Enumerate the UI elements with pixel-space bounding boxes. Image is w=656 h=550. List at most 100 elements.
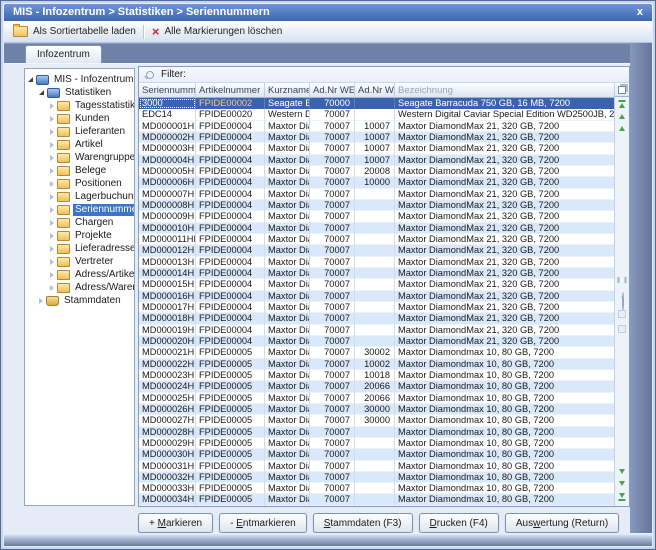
cell-seriennummer[interactable]: MD000013HD (139, 257, 196, 268)
table-row[interactable]: MD000016HDFPIDE00004Maxtor Dia70007Maxto… (139, 291, 614, 302)
table-row[interactable]: MD000020HDFPIDE00004Maxtor Dia70007Maxto… (139, 336, 614, 347)
table-row[interactable]: MD000002HDFPIDE00004Maxtor Dia7000710007… (139, 132, 614, 143)
row-down-icon[interactable] (619, 469, 625, 474)
cell-bezeichnung[interactable]: Maxtor Diamondmax 10, 80 GB, 7200 (395, 449, 614, 460)
cell-kurzname[interactable]: Maxtor Dia (265, 449, 310, 460)
page-down-icon[interactable] (619, 481, 625, 486)
cell-adnr-wa[interactable]: 20066 (355, 381, 395, 392)
tree-item-warengruppen[interactable]: Warengruppen (25, 151, 134, 164)
row-up-icon[interactable] (619, 126, 625, 131)
cell-bezeichnung[interactable]: Maxtor Diamondmax 10, 80 GB, 7200 (395, 461, 614, 472)
table-row[interactable]: MD000001HDFPIDE00004Maxtor Dia7000710007… (139, 121, 614, 132)
cell-kurzname[interactable]: Seagate Ba (265, 98, 310, 109)
tree-item-stammdaten[interactable]: Stammdaten (25, 294, 134, 307)
tree-item-chargen[interactable]: Chargen (25, 216, 134, 229)
cell-adnr-we[interactable]: 70007 (310, 291, 355, 302)
cell-adnr-wa[interactable]: 10007 (355, 121, 395, 132)
tree-item-lagerbuchungen[interactable]: Lagerbuchungen (25, 190, 134, 203)
cell-kurzname[interactable]: Maxtor Dia (265, 313, 310, 324)
column-header-ad-nr-wa[interactable]: Ad.Nr WA (355, 83, 395, 98)
tree-item-adress-artikel[interactable]: Adress/Artikel (25, 268, 134, 281)
collapse-arrow-icon[interactable] (39, 90, 44, 95)
cell-artikelnummer[interactable]: FPIDE00004 (196, 189, 265, 200)
cell-adnr-wa[interactable] (355, 257, 395, 268)
cell-adnr-wa[interactable] (355, 98, 395, 109)
cell-bezeichnung[interactable]: Maxtor Diamondmax 10, 80 GB, 7200 (395, 483, 614, 494)
go-last-row-arrow-icon[interactable] (619, 493, 625, 498)
cell-seriennummer[interactable]: MD000009HD (139, 211, 196, 222)
cell-kurzname[interactable]: Maxtor Dia (265, 472, 310, 483)
table-row[interactable]: MD000008HDFPIDE00004Maxtor Dia70007Maxto… (139, 200, 614, 211)
cell-kurzname[interactable]: Maxtor Dia (265, 336, 310, 347)
pause-icon[interactable] (618, 277, 627, 283)
cell-seriennummer[interactable]: MD000005HD (139, 166, 196, 177)
go-first-row-arrow-icon[interactable] (619, 103, 625, 108)
cell-artikelnummer[interactable]: FPIDE00004 (196, 336, 265, 347)
cell-bezeichnung[interactable]: Western Digital Caviar Special Edition W… (395, 109, 614, 120)
cell-adnr-wa[interactable] (355, 245, 395, 256)
cell-seriennummer[interactable]: MD000019HD (139, 325, 196, 336)
cell-artikelnummer[interactable]: FPIDE00004 (196, 211, 265, 222)
cell-artikelnummer[interactable]: FPIDE00004 (196, 257, 265, 268)
cell-seriennummer[interactable]: MD000010HD (139, 223, 196, 234)
tree-item-positionen[interactable]: Positionen (25, 177, 134, 190)
cell-adnr-we[interactable]: 70007 (310, 279, 355, 290)
collapse-arrow-icon[interactable] (28, 77, 33, 82)
page-up-icon[interactable] (619, 114, 625, 119)
cell-adnr-wa[interactable] (355, 461, 395, 472)
table-row[interactable]: MD000013HDFPIDE00004Maxtor Dia70007Maxto… (139, 257, 614, 268)
cell-kurzname[interactable]: Maxtor Dia (265, 302, 310, 313)
cell-seriennummer[interactable]: EDC14 (139, 109, 196, 120)
cell-kurzname[interactable]: Maxtor Dia (265, 461, 310, 472)
cell-kurzname[interactable]: Western Di (265, 109, 310, 120)
cell-adnr-we[interactable]: 70007 (310, 245, 355, 256)
cell-adnr-we[interactable]: 70007 (310, 155, 355, 166)
cell-seriennummer[interactable]: MD000022HD (139, 359, 196, 370)
cell-adnr-wa[interactable] (355, 336, 395, 347)
cell-adnr-we[interactable]: 70007 (310, 336, 355, 347)
cell-bezeichnung[interactable]: Maxtor DiamondMax 21, 320 GB, 7200 (395, 132, 614, 143)
cell-bezeichnung[interactable]: Maxtor DiamondMax 21, 320 GB, 7200 (395, 268, 614, 279)
cell-adnr-we[interactable]: 70007 (310, 143, 355, 154)
cell-seriennummer[interactable]: MD000028HD (139, 427, 196, 438)
cell-kurzname[interactable]: Maxtor Dia (265, 381, 310, 392)
cell-adnr-wa[interactable]: 30000 (355, 415, 395, 426)
table-row[interactable]: MD000028HDFPIDE00005Maxtor Dia70007Maxto… (139, 427, 614, 438)
expand-arrow-icon[interactable] (50, 194, 54, 200)
cell-bezeichnung[interactable]: Maxtor DiamondMax 21, 320 GB, 7200 (395, 234, 614, 245)
tree-item-seriennummern[interactable]: Seriennummern (25, 203, 134, 216)
cell-adnr-we[interactable]: 70007 (310, 461, 355, 472)
grid-corner[interactable] (614, 83, 629, 97)
cell-kurzname[interactable]: Maxtor Dia (265, 347, 310, 358)
cell-bezeichnung[interactable]: Maxtor DiamondMax 21, 320 GB, 7200 (395, 279, 614, 290)
cell-adnr-wa[interactable] (355, 211, 395, 222)
search-rows-icon[interactable] (622, 292, 624, 311)
table-row[interactable]: MD000027HDFPIDE00005Maxtor Dia7000730000… (139, 415, 614, 426)
cell-artikelnummer[interactable]: FPIDE00004 (196, 291, 265, 302)
tree-item-belege[interactable]: Belege (25, 164, 134, 177)
table-row[interactable]: MD000007HDFPIDE00004Maxtor Dia70007Maxto… (139, 189, 614, 200)
cell-adnr-wa[interactable] (355, 313, 395, 324)
cell-adnr-we[interactable]: 70007 (310, 381, 355, 392)
cell-adnr-we[interactable]: 70007 (310, 177, 355, 188)
cell-adnr-wa[interactable] (355, 109, 395, 120)
tree-item-statistiken[interactable]: Statistiken (25, 86, 134, 99)
cell-seriennummer[interactable]: MD000012HD (139, 245, 196, 256)
column-header-ad-nr-we[interactable]: Ad.Nr WE (310, 83, 355, 98)
cell-adnr-wa[interactable]: 10007 (355, 155, 395, 166)
expand-arrow-icon[interactable] (50, 103, 54, 109)
cell-adnr-wa[interactable] (355, 279, 395, 290)
cell-adnr-we[interactable]: 70007 (310, 427, 355, 438)
cell-bezeichnung[interactable]: Maxtor DiamondMax 21, 320 GB, 7200 (395, 245, 614, 256)
cell-artikelnummer[interactable]: FPIDE00020 (196, 109, 265, 120)
cell-artikelnummer[interactable]: FPIDE00004 (196, 121, 265, 132)
cell-kurzname[interactable]: Maxtor Dia (265, 415, 310, 426)
cell-artikelnummer[interactable]: FPIDE00005 (196, 415, 265, 426)
cell-adnr-wa[interactable] (355, 483, 395, 494)
cell-bezeichnung[interactable]: Maxtor Diamondmax 10, 80 GB, 7200 (395, 472, 614, 483)
table-row[interactable]: MD000015HDFPIDE00004Maxtor Dia70007Maxto… (139, 279, 614, 290)
table-row[interactable]: MD000024HDFPIDE00005Maxtor Dia7000720066… (139, 381, 614, 392)
cell-adnr-we[interactable]: 70007 (310, 404, 355, 415)
cell-bezeichnung[interactable]: Maxtor DiamondMax 21, 320 GB, 7200 (395, 189, 614, 200)
cell-bezeichnung[interactable]: Maxtor DiamondMax 21, 320 GB, 7200 (395, 302, 614, 313)
